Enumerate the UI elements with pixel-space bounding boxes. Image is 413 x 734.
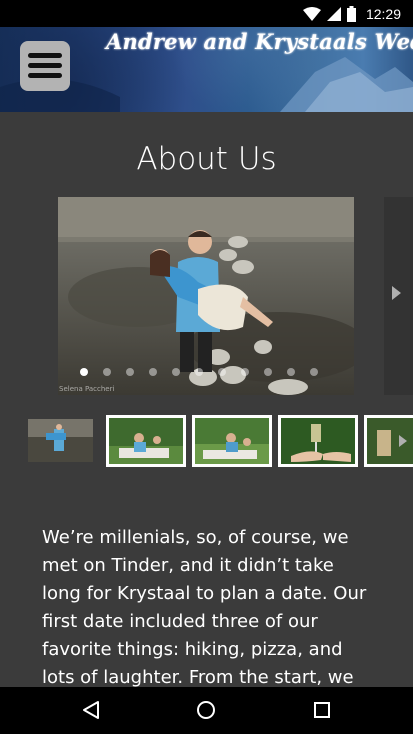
battery-icon: [346, 6, 356, 22]
signal-icon: [326, 7, 341, 21]
chevron-right-icon[interactable]: [399, 435, 407, 447]
status-time: 12:29: [365, 6, 401, 22]
header-banner: Andrew and Krystaals Wedding: [0, 27, 413, 112]
status-bar: 12:29: [0, 0, 413, 27]
carousel-dot[interactable]: [80, 368, 88, 376]
recents-icon[interactable]: [313, 701, 331, 719]
wifi-icon: [302, 7, 321, 21]
carousel-dot[interactable]: [103, 368, 111, 376]
carousel-dot[interactable]: [287, 368, 295, 376]
carousel-indicators: [80, 368, 318, 376]
carousel-dot[interactable]: [172, 368, 180, 376]
thumbnail-champagne-toast-photo[interactable]: [278, 415, 358, 467]
couple-carry-photo: [58, 197, 354, 395]
back-icon[interactable]: [82, 700, 100, 720]
carousel-dot[interactable]: [126, 368, 134, 376]
carousel-dot[interactable]: [195, 368, 203, 376]
photo-watermark: Selena Paccheri: [59, 385, 115, 393]
carousel-dot[interactable]: [218, 368, 226, 376]
carousel-dot[interactable]: [310, 368, 318, 376]
navigation-bar: [0, 687, 413, 734]
thumbnail-carry-photo[interactable]: [28, 419, 93, 462]
home-icon[interactable]: [196, 700, 216, 720]
carousel-dot[interactable]: [149, 368, 157, 376]
page-title: About Us: [136, 141, 277, 177]
carousel-main-image[interactable]: [58, 197, 354, 395]
carousel-next-button[interactable]: [384, 197, 413, 395]
thumbnail-picnic-photo-2[interactable]: [192, 415, 272, 467]
carousel-dot[interactable]: [264, 368, 272, 376]
carousel-dot[interactable]: [241, 368, 249, 376]
status-icons: 12:29: [302, 5, 401, 23]
site-title[interactable]: Andrew and Krystaals Wedding: [106, 29, 413, 54]
chevron-right-icon: [392, 286, 401, 300]
menu-button[interactable]: [20, 41, 70, 91]
thumbnail-picnic-photo-1[interactable]: [106, 415, 186, 467]
